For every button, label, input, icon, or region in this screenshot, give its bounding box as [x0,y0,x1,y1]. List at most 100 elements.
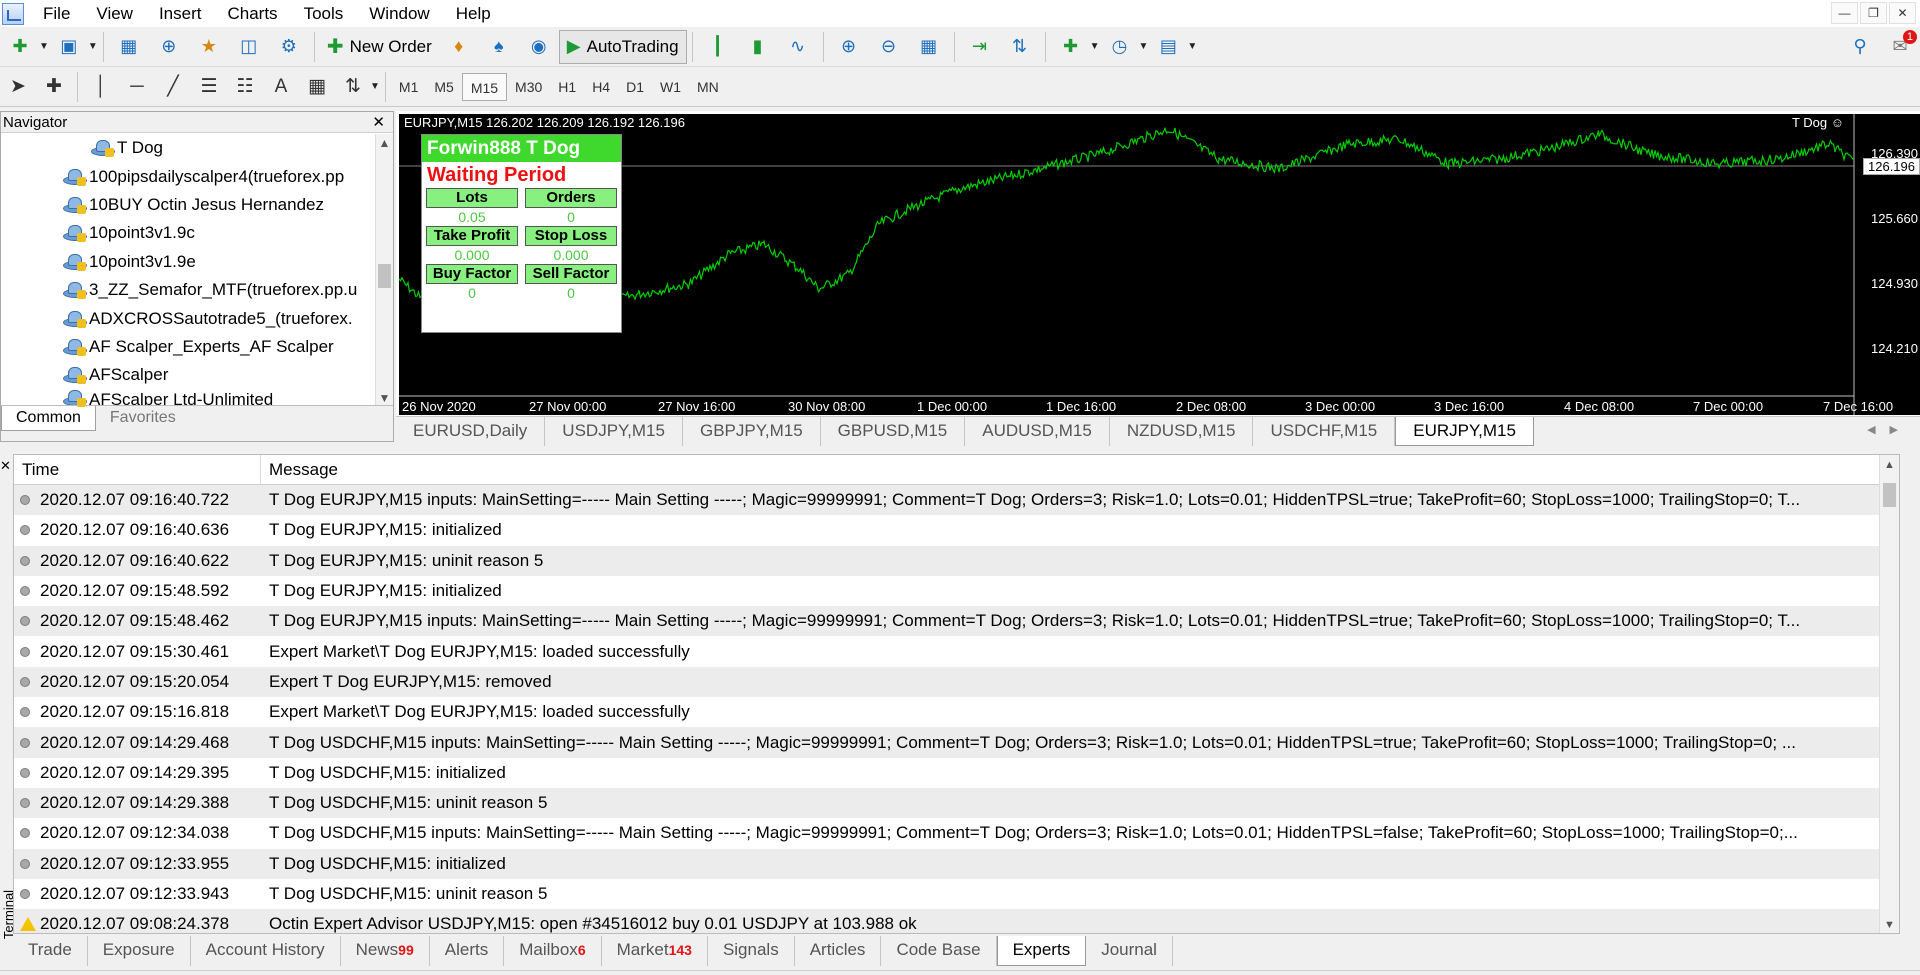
chart-tab-eurjpy-m15[interactable]: EURJPY,M15 [1395,417,1534,446]
chevron-down-icon[interactable]: ▼ [88,41,98,52]
trendline-icon[interactable]: ╱ [155,70,191,104]
chart-tab-usdjpy-m15[interactable]: USDJPY,M15 [545,417,683,446]
log-row[interactable]: 2020.12.07 09:12:33.955 T Dog USDCHF,M15:… [14,848,1899,879]
chevron-down-icon[interactable]: ▼ [370,81,380,92]
log-row[interactable]: 2020.12.07 09:12:33.943 T Dog USDCHF,M15:… [14,879,1899,909]
log-row[interactable]: 2020.12.07 09:15:16.818 Expert Market\T D… [14,697,1899,727]
new-chart-icon[interactable]: ✚ [3,30,37,64]
chart-shift-icon[interactable]: ⇥ [963,30,997,64]
log-row[interactable]: 2020.12.07 09:15:30.461 Expert Market\T D… [14,636,1899,666]
timeframe-m5-button[interactable]: M5 [426,73,461,101]
text-label-icon[interactable]: ▦ [299,70,335,104]
terminal-tab-mailbox[interactable]: Mailbox6 [504,936,602,966]
chart-tab-usdchf-m15[interactable]: USDCHF,M15 [1253,417,1396,446]
log-row[interactable]: 2020.12.07 09:16:40.636 T Dog EURJPY,M15:… [14,515,1899,545]
new-order-button[interactable]: ✚ New Order [320,30,439,64]
timeframe-m30-button[interactable]: M30 [507,73,550,101]
chart-tab-eurusd-daily[interactable]: EURUSD,Daily [396,417,546,446]
crosshair-icon[interactable]: ✚ [36,70,72,104]
column-header-message[interactable]: Message [261,455,1899,484]
fibonacci-icon[interactable]: ☷ [227,70,263,104]
terminal-tab-journal[interactable]: Journal [1086,936,1173,966]
terminal-tab-articles[interactable]: Articles [795,936,882,966]
log-row[interactable]: 2020.12.07 09:15:20.054 Expert T Dog EURJ… [14,666,1899,698]
log-row[interactable]: 2020.12.07 09:12:34.038 T Dog USDCHF,M15 … [14,818,1899,848]
horizontal-line-icon[interactable]: ─ [119,70,155,104]
chart-tab-audusd-m15[interactable]: AUDUSD,M15 [965,417,1110,446]
zoom-out-icon[interactable]: ⊖ [872,30,906,64]
app-chart-icon[interactable] [2,2,24,25]
terminal-tab-account-history[interactable]: Account History [191,936,341,966]
bar-chart-icon[interactable]: ┃ [701,30,735,64]
scroll-up-icon[interactable]: ▲ [1880,455,1899,475]
zoom-in-icon[interactable]: ⊕ [832,30,866,64]
menu-window[interactable]: Window [356,0,442,27]
close-icon[interactable]: ✕ [1889,2,1916,24]
terminal-tab-news[interactable]: News99 [341,936,430,966]
menu-view[interactable]: View [83,0,146,27]
periods-clock-icon[interactable]: ◷ [1103,30,1137,64]
menu-charts[interactable]: Charts [214,0,290,27]
chevron-down-icon[interactable]: ▼ [1187,41,1197,52]
chevron-down-icon[interactable]: ▼ [1090,41,1100,52]
scroll-up-icon[interactable]: ▲ [376,134,393,152]
navigator-item[interactable]: ADXCROSSautotrade5_(trueforex. [1,304,375,332]
terminal-tab-exposure[interactable]: Exposure [88,936,191,966]
navigator-item[interactable]: 10point3v1.9e [1,248,375,276]
navigator-item[interactable]: AFScalper [1,361,375,389]
market-watch-icon[interactable]: ▦ [112,30,146,64]
candlestick-icon[interactable]: ▮ [741,30,775,64]
terminal-tab-signals[interactable]: Signals [708,936,795,966]
search-icon[interactable]: ⚲ [1843,30,1877,64]
notifications-icon[interactable]: ✉ 1 [1883,29,1917,64]
timeframe-h4-button[interactable]: H4 [584,73,618,101]
terminal-tab-code-base[interactable]: Code Base [881,936,997,966]
restore-icon[interactable]: ❐ [1860,2,1887,24]
navigator-item[interactable]: 100pipsdailyscalper4(trueforex.pp [1,162,375,190]
menu-file[interactable]: File [30,0,83,27]
indicators-icon[interactable]: ✚ [1054,30,1088,64]
log-row[interactable]: 2020.12.07 09:14:29.395 T Dog USDCHF,M15:… [14,758,1899,788]
menu-tools[interactable]: Tools [291,0,357,27]
profiles-icon[interactable]: ▣ [52,30,86,64]
data-window-icon[interactable]: ⊕ [152,30,186,64]
arrows-icon[interactable]: ⇅ [335,70,371,104]
cursor-icon[interactable]: ➤ [0,70,36,104]
log-row[interactable]: 2020.12.07 09:15:48.462 T Dog EURJPY,M15 … [14,606,1899,637]
chart-tab-nzdusd-m15[interactable]: NZDUSD,M15 [1110,417,1254,446]
log-scrollbar[interactable]: ▲ ▼ [1879,455,1899,933]
navigator-scrollbar[interactable]: ▲ ▼ [375,134,393,407]
price-chart[interactable]: EURJPY,M15 126.202 126.209 126.192 126.1… [399,114,1920,415]
autoscroll-icon[interactable]: ⇅ [1003,30,1037,64]
timeframe-h1-button[interactable]: H1 [550,73,584,101]
chart-tab-gbpjpy-m15[interactable]: GBPJPY,M15 [683,417,821,446]
terminal-icon[interactable]: ◫ [232,30,266,64]
timeframe-d1-button[interactable]: D1 [618,73,652,101]
menu-insert[interactable]: Insert [146,0,215,27]
scrollbar-thumb[interactable] [1883,483,1896,507]
timeframe-w1-button[interactable]: W1 [652,73,689,101]
text-icon[interactable]: A [263,70,299,104]
log-row[interactable]: 2020.12.07 09:14:29.388 T Dog USDCHF,M15:… [14,787,1899,819]
channel-icon[interactable]: ☰ [191,70,227,104]
timeframe-m15-button[interactable]: M15 [461,72,508,101]
terminal-tab-market[interactable]: Market143 [602,936,708,966]
menu-help[interactable]: Help [443,0,504,27]
navigator-item[interactable]: T Dog [1,134,375,162]
log-row[interactable]: 2020.12.07 09:08:24.378 Octin Expert Advi… [14,909,1899,933]
timeframe-mn-button[interactable]: MN [689,73,727,101]
navigator-item[interactable]: AFScalper Ltd-Unlimited [1,389,375,407]
tab-scroll-arrows[interactable]: ◀▶ [1867,423,1912,436]
scroll-down-icon[interactable]: ▼ [1880,915,1899,933]
strategy-tester-icon[interactable]: ⚙ [272,30,306,64]
terminal-tab-trade[interactable]: Trade [13,936,88,966]
scrollbar-thumb[interactable] [378,264,391,288]
navigator-item[interactable]: AF Scalper_Experts_AF Scalper [1,333,375,361]
close-icon[interactable]: ✕ [372,112,385,133]
autotrading-button[interactable]: ▶ AutoTrading [558,29,687,64]
templates-icon[interactable]: ▤ [1151,30,1185,64]
log-row[interactable]: 2020.12.07 09:15:48.592 T Dog EURJPY,M15:… [14,576,1899,606]
log-row[interactable]: 2020.12.07 09:16:40.622 T Dog EURJPY,M15:… [14,545,1899,576]
navigator-item[interactable]: 3_ZZ_Semafor_MTF(trueforex.pp.u [1,276,375,304]
metaeditor-icon[interactable]: ♦ [442,30,476,64]
